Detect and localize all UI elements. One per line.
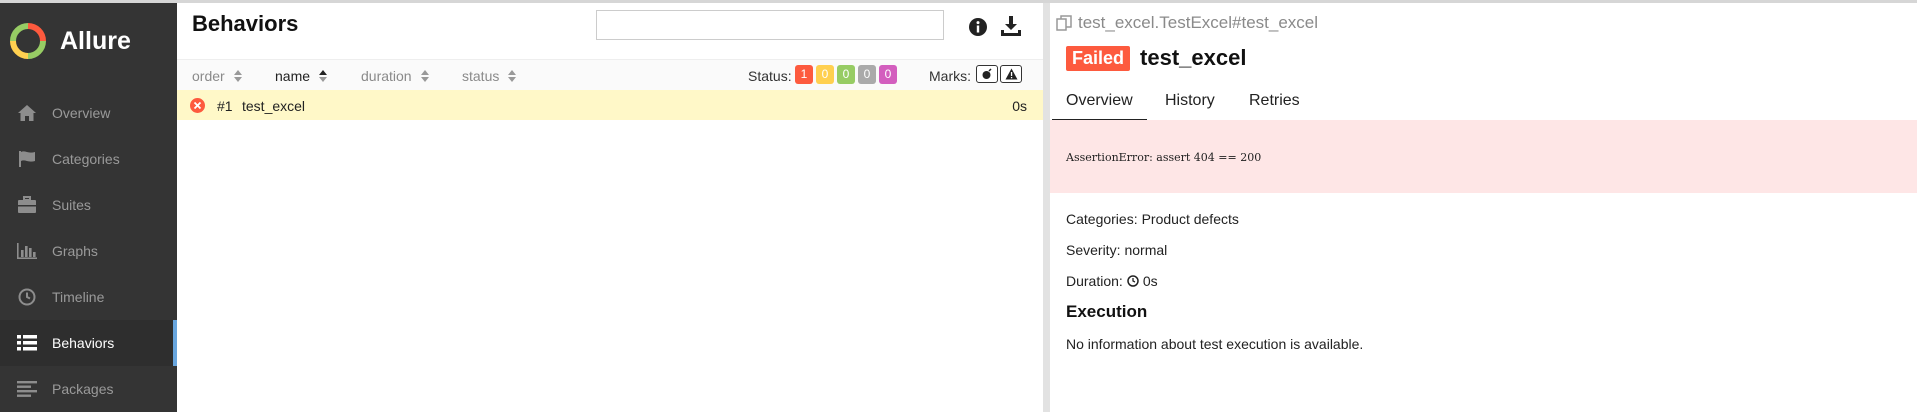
- marks-filter-label: Marks:: [929, 68, 971, 84]
- status-filter: 1 0 0 0 0: [795, 65, 897, 84]
- column-status-label: status: [462, 68, 500, 84]
- sidebar-item-label: Graphs: [52, 243, 98, 259]
- warning-icon: [1005, 68, 1017, 80]
- sort-icon: [508, 70, 517, 82]
- test-details-pane: test_excel.TestExcel#test_excel Failed t…: [1050, 3, 1917, 412]
- categories-label: Categories:: [1066, 211, 1138, 227]
- sidebar-item-label: Overview: [52, 105, 111, 121]
- breadcrumb: test_excel.TestExcel#test_excel: [1056, 13, 1318, 33]
- sidebar-item-packages[interactable]: Packages: [0, 366, 177, 412]
- bomb-icon: [982, 68, 992, 79]
- tab-retries[interactable]: Retries: [1249, 92, 1300, 120]
- list-icon: [14, 332, 40, 354]
- sidebar-item-timeline[interactable]: Timeline: [0, 274, 177, 320]
- categories-row: Categories: Product defects: [1066, 211, 1239, 227]
- allure-logo: [10, 23, 46, 59]
- status-skipped-badge[interactable]: 0: [858, 65, 876, 84]
- severity-label: Severity:: [1066, 242, 1121, 258]
- column-order-label: order: [192, 68, 225, 84]
- duration-row: Duration: 0s: [1066, 273, 1158, 289]
- copy-icon[interactable]: [1056, 15, 1072, 31]
- flaky-mark-button[interactable]: [976, 65, 998, 83]
- sidebar: Allure Overview Categories Suites Graphs: [0, 3, 177, 412]
- error-message-box[interactable]: AssertionError: assert 404 == 200: [1050, 120, 1917, 193]
- status-unknown-badge[interactable]: 0: [879, 65, 897, 84]
- flag-icon: [14, 148, 40, 170]
- duration-value: 0s: [1142, 273, 1158, 289]
- info-icon[interactable]: [964, 13, 992, 41]
- column-duration[interactable]: duration: [361, 68, 429, 84]
- home-icon: [14, 102, 40, 124]
- table-header: order name duration status Status: 1 0 0…: [177, 59, 1043, 90]
- duration-label: Duration:: [1066, 273, 1123, 289]
- sidebar-item-suites[interactable]: Suites: [0, 182, 177, 228]
- column-duration-label: duration: [361, 68, 412, 84]
- severity-row: Severity: normal: [1066, 242, 1167, 258]
- pane-splitter[interactable]: [1043, 3, 1050, 412]
- sidebar-item-label: Behaviors: [52, 335, 115, 351]
- detail-tabs: Overview History Retries: [1050, 86, 1917, 122]
- status-filter-label: Status:: [748, 68, 792, 84]
- clock-icon: [1127, 275, 1139, 287]
- column-name[interactable]: name: [275, 68, 328, 84]
- sidebar-item-label: Packages: [52, 381, 114, 397]
- column-order[interactable]: order: [192, 68, 242, 84]
- sort-icon: [420, 70, 429, 82]
- execution-heading: Execution: [1066, 302, 1148, 321]
- brand-name: Allure: [60, 26, 131, 55]
- sidebar-item-label: Categories: [52, 151, 120, 167]
- tab-history[interactable]: History: [1165, 92, 1215, 120]
- severity-value: normal: [1124, 242, 1168, 258]
- status-failed-badge[interactable]: 1: [795, 65, 813, 84]
- download-icon[interactable]: [997, 12, 1025, 40]
- sidebar-item-label: Suites: [52, 197, 91, 213]
- categories-value: Product defects: [1141, 211, 1239, 227]
- new-failed-mark-button[interactable]: [1000, 65, 1022, 83]
- row-duration: 0s: [1012, 98, 1027, 114]
- sidebar-nav: Overview Categories Suites Graphs Timeli…: [0, 90, 177, 412]
- sidebar-item-graphs[interactable]: Graphs: [0, 228, 177, 274]
- behaviors-pane: Behaviors order name duration status Sta…: [177, 3, 1043, 412]
- failed-status-icon: [190, 98, 205, 113]
- bar-chart-icon: [14, 240, 40, 262]
- briefcase-icon: [14, 194, 40, 216]
- page-title: Behaviors: [192, 11, 299, 36]
- column-status[interactable]: status: [462, 68, 517, 84]
- align-left-icon: [14, 378, 40, 400]
- search-input[interactable]: [596, 10, 944, 40]
- status-broken-badge[interactable]: 0: [816, 65, 834, 84]
- sidebar-item-categories[interactable]: Categories: [0, 136, 177, 182]
- test-title-row: Failed test_excel: [1066, 45, 1246, 71]
- brand[interactable]: Allure: [10, 21, 131, 61]
- execution-text: No information about test execution is a…: [1066, 336, 1364, 352]
- sidebar-item-behaviors[interactable]: Behaviors: [0, 320, 177, 366]
- column-name-label: name: [275, 68, 311, 84]
- test-title: test_excel: [1140, 45, 1247, 70]
- sort-icon: [319, 70, 328, 82]
- sidebar-item-overview[interactable]: Overview: [0, 90, 177, 136]
- sidebar-item-label: Timeline: [52, 289, 105, 305]
- tab-overview[interactable]: Overview: [1052, 92, 1147, 122]
- test-path: test_excel.TestExcel#test_excel: [1078, 13, 1319, 32]
- status-passed-badge[interactable]: 0: [837, 65, 855, 84]
- status-badge: Failed: [1066, 45, 1131, 71]
- error-message: AssertionError: assert 404 == 200: [1066, 151, 1262, 164]
- row-order: #1: [217, 98, 233, 114]
- table-row[interactable]: #1 test_excel 0s: [177, 90, 1043, 120]
- clock-icon: [14, 286, 40, 308]
- sort-icon: [233, 70, 242, 82]
- row-name: test_excel: [242, 98, 306, 114]
